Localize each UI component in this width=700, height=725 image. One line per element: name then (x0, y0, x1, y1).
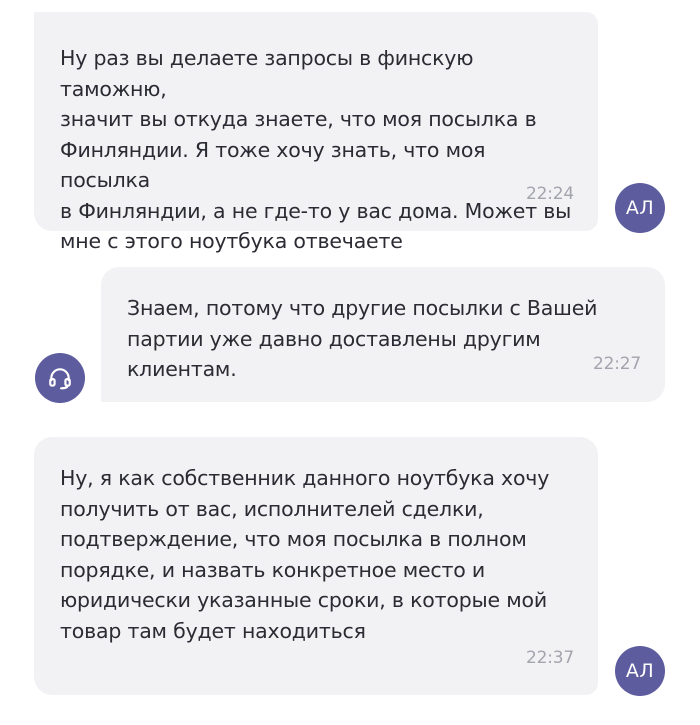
avatar-initials: АЛ (625, 660, 655, 682)
headset-icon (49, 368, 71, 390)
message-bubble-incoming: Ну раз вы делаете запросы в финскую тамо… (34, 12, 598, 253)
message-timestamp: 22:37 (526, 648, 574, 668)
user-avatar[interactable]: АЛ (615, 646, 665, 696)
message-text: Ну, я как собственник данного ноутбука х… (60, 466, 550, 643)
message-text: Знаем, потому что другие посылки с Вашей… (127, 296, 598, 381)
support-avatar[interactable] (35, 353, 85, 403)
message-text: Ну раз вы делаете запросы в финскую тамо… (60, 46, 572, 253)
user-avatar[interactable]: АЛ (615, 183, 665, 233)
message-bubble-incoming: Ну, я как собственник данного ноутбука х… (34, 437, 598, 695)
avatar-initials: АЛ (625, 197, 655, 219)
message-timestamp: 22:27 (593, 354, 641, 374)
message-bubble-support: Знаем, потому что другие посылки с Вашей… (101, 267, 665, 402)
message-timestamp: 22:24 (526, 184, 574, 204)
